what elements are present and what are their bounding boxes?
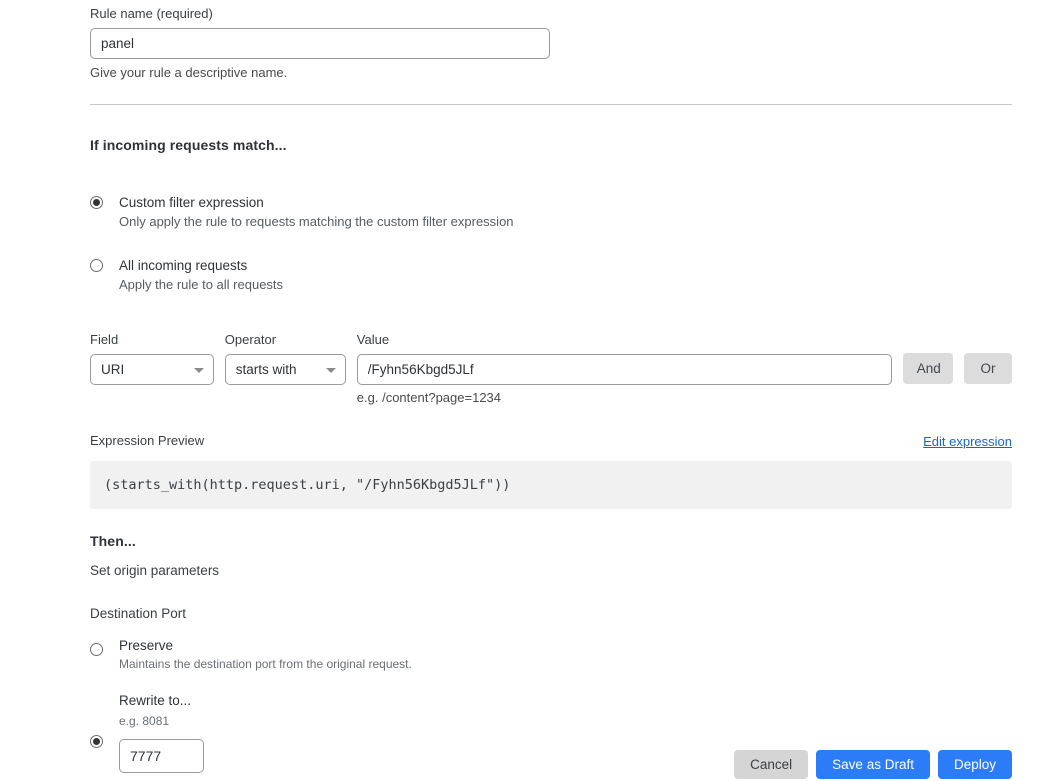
or-button[interactable]: Or [964,353,1012,384]
radio-all-requests-desc: Apply the rule to all requests [119,277,284,292]
operator-select-value: starts with [235,362,297,377]
match-section-heading: If incoming requests match... [90,137,287,153]
value-hint: e.g. /content?page=1234 [356,390,502,405]
value-label: Value [356,332,390,347]
radio-indicator-all-requests[interactable] [90,259,103,272]
radio-custom-filter-title: Custom filter expression [119,195,264,210]
edit-expression-link[interactable]: Edit expression [923,434,1012,449]
field-label: Field [90,332,119,347]
rewrite-title: Rewrite to... [119,693,192,708]
radio-all-incoming-requests[interactable]: All incoming requests Apply the rule to … [90,257,1012,293]
rule-name-input[interactable] [90,28,550,59]
radio-indicator-rewrite[interactable] [90,735,103,748]
rewrite-hint: e.g. 8081 [119,714,170,728]
rule-name-help: Give your rule a descriptive name. [90,65,288,80]
destination-port-label: Destination Port [90,606,187,621]
field-select-value: URI [101,362,125,377]
deploy-button[interactable]: Deploy [937,750,1012,779]
set-origin-parameters-label: Set origin parameters [90,563,220,578]
form-actions: Cancel Save as Draft Deploy [734,750,1012,779]
radio-custom-filter-desc: Only apply the rule to requests matching… [119,214,514,229]
and-button[interactable]: And [902,353,953,384]
expression-preview-text: (starts_with(http.request.uri, "/Fyhn56K… [104,477,511,493]
section-divider [90,104,1012,105]
preserve-title: Preserve [119,638,174,653]
save-as-draft-button[interactable]: Save as Draft [816,750,930,779]
rule-name-label: Rule name (required) [90,6,213,21]
operator-label: Operator [224,332,277,347]
operator-group: Operator starts with [224,332,346,385]
value-group: Value e.g. /content?page=1234 [356,332,892,406]
chevron-down-icon [325,367,336,373]
rule-name-group: Rule name (required) Give your rule a de… [90,0,1012,81]
rule-editor-page: Rule name (required) Give your rule a de… [0,0,1042,781]
chevron-down-icon [193,367,204,373]
expression-preview-box: (starts_with(http.request.uri, "/Fyhn56K… [90,461,1012,509]
preserve-desc: Maintains the destination port from the … [119,657,412,671]
field-group: Field URI [90,332,214,385]
radio-indicator-custom-filter[interactable] [90,196,103,209]
condition-row: Field URI Operator starts with Value e.g… [90,332,1012,406]
radio-custom-filter-expression[interactable]: Custom filter expression Only apply the … [90,194,1012,230]
expression-preview-label: Expression Preview [90,433,205,448]
radio-all-requests-title: All incoming requests [119,258,248,273]
radio-indicator-preserve[interactable] [90,643,103,656]
rewrite-port-input[interactable] [119,739,204,773]
cancel-button[interactable]: Cancel [734,750,809,779]
radio-preserve-port[interactable]: Preserve Maintains the destination port … [90,637,1012,673]
then-section-heading: Then... [90,533,136,549]
operator-select[interactable]: starts with [224,354,346,385]
form-content: Rule name (required) Give your rule a de… [90,0,1012,773]
field-select[interactable]: URI [90,354,214,385]
expression-preview-header: Expression Preview Edit expression [90,433,1012,449]
value-input[interactable] [356,354,892,385]
